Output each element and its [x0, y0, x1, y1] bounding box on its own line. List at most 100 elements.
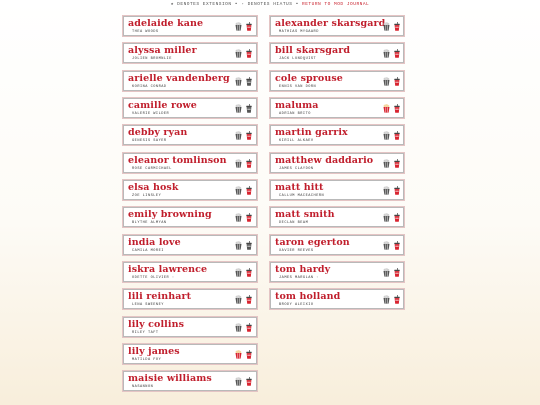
status-icons	[235, 240, 252, 250]
character-name: ODETTE OLIVIER ◦	[132, 276, 175, 281]
gray-popcorn-icon[interactable]	[235, 213, 242, 223]
red-drink-icon[interactable]	[246, 295, 252, 305]
gray-popcorn-icon[interactable]	[383, 213, 390, 223]
faceclaim-name[interactable]: matt smith	[275, 209, 335, 220]
faceclaim-name[interactable]: lily james	[128, 346, 180, 357]
gray-popcorn-icon[interactable]	[235, 322, 242, 332]
gray-popcorn-icon[interactable]	[383, 49, 390, 58]
faceclaim-name[interactable]: elsa hosk	[128, 182, 179, 193]
red-drink-icon[interactable]	[394, 240, 400, 250]
claim-card: adelaide kane THEA WOODS	[122, 15, 258, 37]
red-drink-icon[interactable]	[394, 104, 400, 113]
status-icons	[235, 322, 252, 332]
red-drink-icon[interactable]	[394, 158, 400, 168]
faceclaim-name[interactable]: emily browning	[128, 209, 212, 220]
red-popcorn-icon[interactable]	[235, 350, 242, 359]
faceclaim-name[interactable]: iskra lawrence	[128, 264, 207, 275]
faceclaim-name[interactable]: bill skarsgard	[275, 45, 350, 56]
faceclaim-name[interactable]: matthew daddario	[275, 155, 373, 166]
red-drink-icon[interactable]	[246, 268, 252, 277]
character-name: JAMES CLAYDON	[279, 166, 314, 171]
gray-drink-icon[interactable]	[246, 240, 252, 250]
status-icons	[383, 49, 400, 59]
gray-popcorn-icon[interactable]	[383, 76, 390, 86]
red-drink-icon[interactable]	[394, 268, 400, 277]
red-drink-icon[interactable]	[394, 131, 400, 141]
faceclaim-name[interactable]: lili reinhart	[128, 291, 191, 302]
gray-popcorn-icon[interactable]	[235, 49, 242, 58]
gray-popcorn-icon[interactable]	[383, 240, 390, 250]
gray-popcorn-icon[interactable]	[235, 158, 242, 168]
character-name: ENNIS VAN DORN	[279, 84, 317, 89]
faceclaim-name[interactable]: tom holland	[275, 291, 340, 302]
red-drink-icon[interactable]	[246, 158, 252, 168]
claim-card: cole sprouse ENNIS VAN DORN	[269, 69, 405, 92]
faceclaim-name[interactable]: alexander skarsgard	[275, 18, 385, 29]
faceclaim-name[interactable]: matt hitt	[275, 182, 323, 193]
gray-popcorn-icon[interactable]	[235, 131, 242, 140]
gray-popcorn-icon[interactable]	[235, 377, 242, 387]
return-to-mod-journal-link[interactable]: RETURN TO MOD JOURNAL	[302, 2, 369, 7]
red-drink-icon[interactable]	[394, 213, 400, 223]
legend-bar: ★ DENOTES EXTENSION • ◦ DENOTES HIATUS •…	[0, 2, 540, 7]
status-icons	[235, 377, 252, 387]
faceclaim-name[interactable]: adelaide kane	[128, 18, 203, 29]
red-drink-icon[interactable]	[394, 49, 400, 59]
red-drink-icon[interactable]	[246, 213, 252, 223]
status-icons	[235, 158, 252, 168]
character-name: CALLUM MACEACHERN	[279, 194, 325, 199]
claim-card: maluma ADRIAN BRITO	[269, 97, 405, 120]
gray-popcorn-icon[interactable]	[235, 295, 242, 305]
faceclaim-name[interactable]: india love	[128, 237, 181, 248]
gray-popcorn-icon[interactable]	[383, 268, 390, 277]
gray-popcorn-icon[interactable]	[235, 268, 242, 277]
gray-popcorn-icon[interactable]	[383, 186, 390, 195]
red-drink-icon[interactable]	[246, 322, 252, 332]
gray-popcorn-icon[interactable]	[235, 186, 242, 195]
right-claims-column: alexander skarsgard MATHIAS MYGAARD bill s…	[269, 15, 405, 317]
gray-popcorn-icon[interactable]	[383, 295, 390, 305]
red-drink-icon[interactable]	[394, 22, 400, 31]
status-icons	[383, 22, 400, 31]
red-drink-icon[interactable]	[394, 295, 400, 305]
red-drink-icon[interactable]	[246, 22, 252, 31]
status-icons	[383, 104, 400, 113]
gray-popcorn-icon[interactable]	[235, 22, 242, 31]
red-drink-icon[interactable]	[246, 49, 252, 59]
faceclaim-name[interactable]: martin garrix	[275, 127, 348, 138]
faceclaim-name[interactable]: lily collins	[128, 319, 184, 330]
faceclaim-name[interactable]: arielle vandenberg	[128, 73, 230, 84]
extension-marker: ★	[170, 2, 174, 7]
gray-popcorn-icon[interactable]	[383, 131, 390, 140]
faceclaim-name[interactable]: cole sprouse	[275, 73, 343, 84]
gray-popcorn-icon[interactable]	[383, 22, 390, 31]
gray-popcorn-icon[interactable]	[383, 158, 390, 168]
gray-popcorn-icon[interactable]	[235, 76, 242, 86]
red-drink-icon[interactable]	[394, 76, 400, 86]
gray-popcorn-icon[interactable]	[235, 240, 242, 250]
claim-card: martin garrix KIRILL ALKAEV	[269, 124, 405, 147]
faceclaim-name[interactable]: taron egerton	[275, 237, 350, 248]
red-drink-icon[interactable]	[246, 131, 252, 141]
claim-card: lily collins RILEY TAFT	[122, 315, 258, 338]
red-drink-icon[interactable]	[246, 350, 252, 359]
status-icons	[235, 76, 252, 86]
faceclaim-name[interactable]: debby ryan	[128, 127, 187, 138]
character-name: ZOE LINSLEY	[132, 194, 162, 199]
red-popcorn-icon[interactable]	[383, 104, 390, 113]
faceclaim-name[interactable]: eleanor tomlinson	[128, 155, 227, 166]
gray-popcorn-icon[interactable]	[235, 104, 242, 113]
character-name: ADRIAN BRITO	[279, 112, 311, 117]
red-drink-icon[interactable]	[246, 186, 252, 195]
character-name: BRODY ALEIXIO	[279, 303, 314, 308]
faceclaim-name[interactable]: maluma	[275, 100, 319, 111]
gray-drink-icon[interactable]	[246, 76, 252, 86]
red-drink-icon[interactable]	[246, 377, 252, 387]
gray-drink-icon[interactable]	[246, 104, 252, 113]
faceclaim-name[interactable]: alyssa miller	[128, 45, 197, 56]
faceclaim-name[interactable]: camille rowe	[128, 100, 197, 111]
faceclaim-name[interactable]: maisie williams	[128, 373, 212, 384]
claim-card: alexander skarsgard MATHIAS MYGAARD	[269, 15, 405, 37]
faceclaim-name[interactable]: tom hardy	[275, 264, 330, 275]
red-drink-icon[interactable]	[394, 186, 400, 195]
